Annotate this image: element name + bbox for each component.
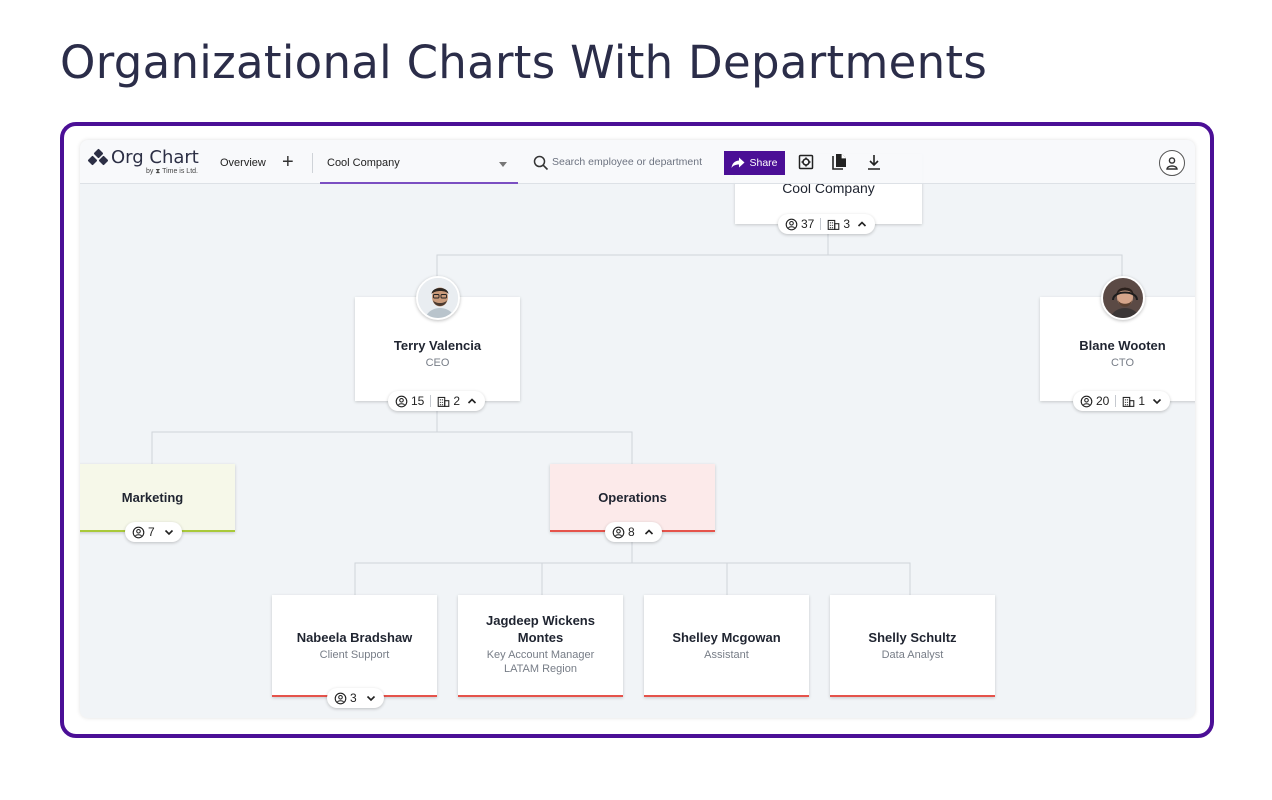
building-icon bbox=[438, 396, 450, 407]
people-icon bbox=[132, 526, 145, 538]
people-icon bbox=[612, 526, 625, 538]
user-avatar-icon[interactable] bbox=[1159, 150, 1185, 176]
people-icon bbox=[334, 692, 347, 704]
share-button[interactable]: Share bbox=[724, 151, 785, 175]
download-icon[interactable] bbox=[865, 153, 883, 171]
employee-name: Blane Wooten bbox=[1079, 338, 1166, 353]
chevron-down-icon bbox=[1152, 398, 1162, 405]
employee-card[interactable]: Shelly Schultz Data Analyst bbox=[830, 595, 995, 697]
people-count: 8 bbox=[628, 525, 635, 539]
company-select-value: Cool Company bbox=[327, 157, 400, 169]
share-arrow-icon bbox=[731, 157, 745, 168]
people-count: 15 bbox=[411, 394, 425, 408]
chart-canvas[interactable]: Cool Company 37 3 Terry Valencia CEO 15 … bbox=[80, 140, 1195, 718]
diamond-dots-icon bbox=[87, 148, 109, 166]
share-label: Share bbox=[749, 157, 778, 169]
chevron-up-icon bbox=[644, 529, 653, 535]
department-count: 3 bbox=[843, 217, 851, 231]
employee-name: Terry Valencia bbox=[393, 338, 482, 353]
logo-byline: by ⧗ Time is Ltd. bbox=[146, 168, 198, 175]
avatar bbox=[416, 276, 460, 320]
company-select[interactable]: Cool Company bbox=[320, 146, 518, 184]
page-title: Organizational Charts With Departments bbox=[60, 36, 988, 89]
employee-card[interactable]: Nabeela Bradshaw Client Support bbox=[272, 595, 437, 697]
employee-card[interactable]: Shelley Mcgowan Assistant bbox=[644, 595, 809, 697]
employee-role: CTO bbox=[1110, 357, 1135, 369]
employee-count-badge[interactable]: 3 bbox=[327, 688, 384, 708]
building-icon bbox=[1123, 396, 1135, 407]
cto-count-badge[interactable]: 20 1 bbox=[1073, 391, 1171, 411]
toolbar-divider bbox=[312, 153, 313, 173]
department-name: Operations bbox=[598, 490, 667, 505]
people-count: 37 bbox=[801, 217, 815, 231]
employee-role: Client Support bbox=[319, 649, 390, 661]
department-count: 2 bbox=[453, 394, 461, 408]
chevron-up-icon bbox=[857, 221, 867, 227]
chevron-down-icon bbox=[366, 695, 375, 702]
root-count-badge[interactable]: 37 3 bbox=[778, 214, 876, 234]
employee-role: Key Account Manager LATAM Region bbox=[486, 649, 595, 675]
department-name: Marketing bbox=[121, 490, 184, 505]
building-icon bbox=[828, 219, 840, 230]
user-icon bbox=[1166, 157, 1178, 170]
people-count: 3 bbox=[350, 691, 357, 705]
search-input[interactable] bbox=[552, 153, 722, 171]
employee-role: Data Analyst bbox=[881, 649, 944, 661]
connector-lines bbox=[151, 234, 1123, 595]
search-icon bbox=[533, 155, 549, 171]
operations-count-badge[interactable]: 8 bbox=[605, 522, 662, 542]
employee-name: Jagdeep Wickens Montes bbox=[486, 613, 595, 645]
gear-icon[interactable] bbox=[797, 153, 815, 171]
chevron-up-icon bbox=[467, 398, 477, 404]
caret-down-icon bbox=[499, 162, 507, 167]
chevron-down-icon bbox=[164, 529, 173, 536]
employee-name: Shelley Mcgowan bbox=[672, 630, 781, 645]
employee-name: Nabeela Bradshaw bbox=[296, 630, 413, 645]
department-count: 1 bbox=[1138, 394, 1146, 408]
plus-icon[interactable]: + bbox=[282, 149, 294, 175]
people-count: 7 bbox=[148, 525, 155, 539]
marketing-count-badge[interactable]: 7 bbox=[125, 522, 182, 542]
employee-role: CEO bbox=[425, 357, 450, 369]
people-count: 20 bbox=[1096, 394, 1110, 408]
employee-name: Shelly Schultz bbox=[868, 630, 957, 645]
employee-role: Assistant bbox=[704, 649, 749, 661]
ceo-count-badge[interactable]: 15 2 bbox=[388, 391, 486, 411]
logo-name: Org Chart bbox=[111, 147, 199, 168]
avatar bbox=[1101, 276, 1145, 320]
org-chart-app: Cool Company 37 3 Terry Valencia CEO 15 … bbox=[80, 140, 1195, 718]
copy-document-icon[interactable] bbox=[831, 153, 849, 171]
employee-card[interactable]: Jagdeep Wickens Montes Key Account Manag… bbox=[458, 595, 623, 697]
people-icon bbox=[395, 395, 408, 407]
overview-link[interactable]: Overview bbox=[220, 157, 266, 169]
people-icon bbox=[785, 218, 798, 230]
people-icon bbox=[1080, 395, 1093, 407]
top-toolbar: Org Chart by ⧗ Time is Ltd. Overview + C… bbox=[80, 140, 1195, 184]
